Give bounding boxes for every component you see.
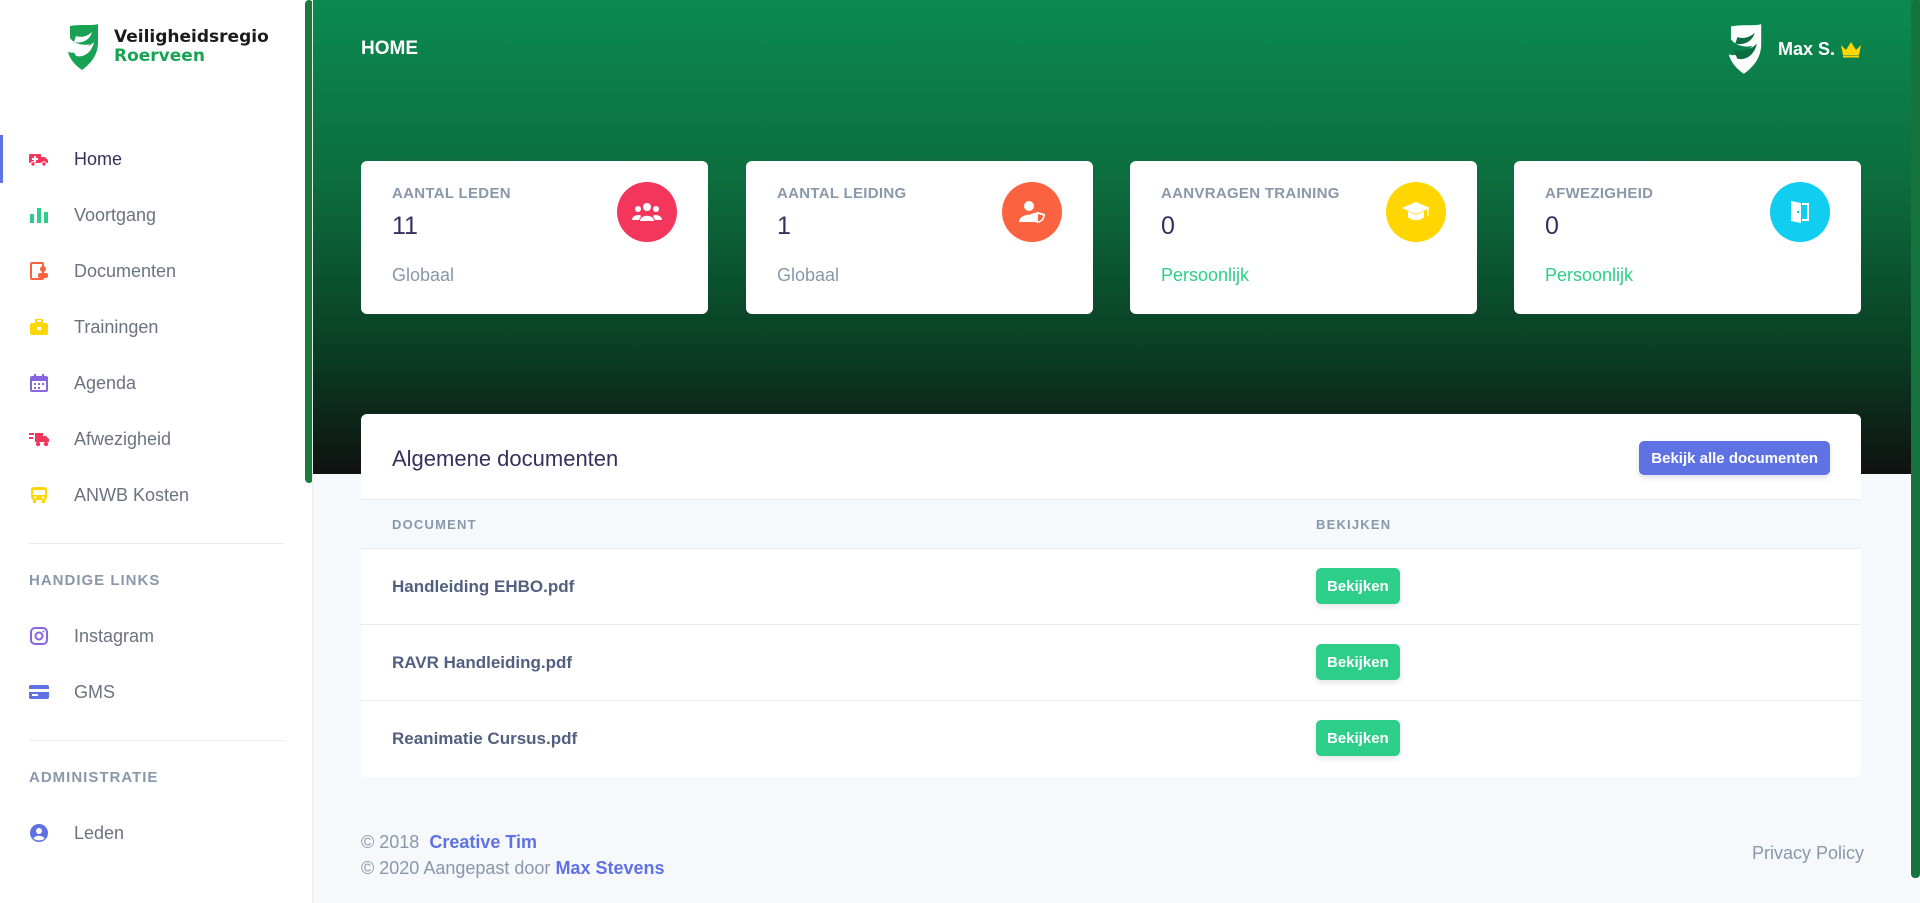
- user-name: Max S.: [1778, 38, 1836, 59]
- page-title: HOME: [361, 38, 418, 59]
- view-document-button[interactable]: Bekijken: [1316, 568, 1400, 604]
- door-icon: [1770, 182, 1830, 242]
- view-document-button[interactable]: Bekijken: [1316, 720, 1400, 756]
- view-document-button[interactable]: Bekijken: [1316, 644, 1400, 680]
- brand[interactable]: Veiligheidsregio Roerveen: [62, 22, 269, 72]
- stat-value: 1: [777, 212, 791, 240]
- sidebar-divider: [29, 740, 284, 741]
- document-user-icon: [29, 261, 49, 281]
- stat-value: 0: [1161, 212, 1175, 240]
- crown-icon: [1841, 42, 1862, 58]
- sidebar-item-label: Agenda: [74, 372, 137, 393]
- stat-footer: Globaal: [392, 265, 455, 285]
- stat-title: AANVRAGEN TRAINING: [1161, 185, 1340, 202]
- sidebar-item-agenda[interactable]: Agenda: [0, 355, 312, 411]
- documents-title: Algemene documenten: [392, 446, 619, 471]
- sidebar-item-leden[interactable]: Leden: [0, 805, 312, 861]
- sidebar-item-gms[interactable]: GMS: [0, 664, 312, 720]
- stat-footer: Globaal: [777, 265, 840, 285]
- sidebar-heading-admin: ADMINISTRATIE: [29, 768, 159, 786]
- documents-card: Algemene documenten Bekijk alle document…: [361, 414, 1861, 777]
- sidebar-nav: Home Voortgang Documenten Trainingen Age…: [0, 131, 312, 861]
- stat-value: 0: [1545, 212, 1559, 240]
- document-name: Reanimatie Cursus.pdf: [392, 729, 578, 748]
- page-scrollbar[interactable]: [1911, 0, 1920, 878]
- view-all-documents-button[interactable]: Bekijk alle documenten: [1639, 441, 1830, 475]
- sidebar-item-label: Instagram: [74, 625, 155, 646]
- sidebar-item-anwb-kosten[interactable]: ANWB Kosten: [0, 467, 312, 523]
- sidebar-item-label: Home: [74, 148, 123, 169]
- footer-line-2: © 2020 Aangepast door Max Stevens: [361, 855, 665, 881]
- stat-card-leden: AANTAL LEDEN 11 Globaal: [361, 161, 708, 314]
- bus-icon: [29, 485, 49, 505]
- privacy-policy-link[interactable]: Privacy Policy: [1752, 843, 1864, 864]
- table-row: Handleiding EHBO.pdf Bekijken: [361, 549, 1861, 625]
- sidebar-item-trainingen[interactable]: Trainingen: [0, 299, 312, 355]
- column-header-bekijken: BEKIJKEN: [1316, 517, 1392, 532]
- table-row: RAVR Handleiding.pdf Bekijken: [361, 625, 1861, 701]
- sidebar-item-instagram[interactable]: Instagram: [0, 608, 312, 664]
- stat-card-leiding: AANTAL LEIDING 1 Globaal: [746, 161, 1093, 314]
- stat-value: 11: [392, 212, 418, 240]
- sidebar-item-afwezigheid[interactable]: Afwezigheid: [0, 411, 312, 467]
- stat-card-training: AANVRAGEN TRAINING 0 Persoonlijk: [1130, 161, 1477, 314]
- sidebar-item-label: Voortgang: [74, 204, 157, 225]
- sidebar-heading-links: HANDIGE LINKS: [29, 571, 161, 589]
- sidebar-item-home[interactable]: Home: [0, 131, 312, 187]
- ambulance-icon: [29, 149, 49, 169]
- brand-logo-icon: [1728, 24, 1762, 74]
- bar-chart-icon: [29, 205, 49, 225]
- brand-region: Roerveen: [114, 46, 205, 66]
- sidebar-item-voortgang[interactable]: Voortgang: [0, 187, 312, 243]
- max-stevens-link[interactable]: Max Stevens: [555, 858, 664, 878]
- sidebar-item-label: Afwezigheid: [74, 428, 172, 449]
- stat-card-afwezigheid: AFWEZIGHEID 0 Persoonlijk: [1514, 161, 1861, 314]
- briefcase-icon: [29, 317, 49, 337]
- creative-tim-link[interactable]: Creative Tim: [429, 832, 537, 852]
- brand-logo-icon: [68, 24, 98, 70]
- sidebar-item-label: Leden: [74, 822, 125, 843]
- footer: © 2018 Creative Tim © 2020 Aangepast doo…: [361, 829, 665, 881]
- card-icon: [29, 682, 49, 702]
- user-shield-icon: [1002, 182, 1062, 242]
- user-menu[interactable]: Max S.: [1722, 22, 1863, 76]
- user-circle-icon: [29, 823, 49, 843]
- sidebar-item-documenten[interactable]: Documenten: [0, 243, 312, 299]
- fast-truck-icon: [29, 429, 49, 449]
- stat-title: AFWEZIGHEID: [1545, 185, 1654, 202]
- sidebar-item-label: GMS: [74, 681, 116, 702]
- table-row: Reanimatie Cursus.pdf Bekijken: [361, 701, 1861, 777]
- footer-modified-by: © 2020 Aangepast door: [361, 858, 551, 878]
- sidebar-item-label: ANWB Kosten: [74, 484, 190, 505]
- footer-line-1: © 2018 Creative Tim: [361, 829, 665, 855]
- stat-title: AANTAL LEDEN: [392, 185, 511, 202]
- sidebar-divider: [29, 543, 284, 544]
- footer-copyright: © 2018: [361, 832, 420, 852]
- sidebar-item-label: Documenten: [74, 260, 177, 281]
- stat-footer: Persoonlijk: [1161, 265, 1250, 285]
- table-header: DOCUMENT BEKIJKEN: [361, 499, 1861, 549]
- sidebar-item-label: Trainingen: [74, 316, 159, 337]
- brand-name: Veiligheidsregio: [114, 27, 269, 47]
- graduation-cap-icon: [1386, 182, 1446, 242]
- sidebar: Veiligheidsregio Roerveen Home Voortgang…: [0, 0, 313, 903]
- document-name: Handleiding EHBO.pdf: [392, 577, 575, 596]
- document-name: RAVR Handleiding.pdf: [392, 653, 573, 672]
- stat-title: AANTAL LEIDING: [777, 185, 907, 202]
- column-header-document: DOCUMENT: [392, 517, 477, 532]
- sidebar-scrollbar[interactable]: [305, 0, 312, 483]
- calendar-icon: [29, 373, 49, 393]
- instagram-icon: [29, 626, 49, 646]
- stat-footer: Persoonlijk: [1545, 265, 1634, 285]
- users-icon: [617, 182, 677, 242]
